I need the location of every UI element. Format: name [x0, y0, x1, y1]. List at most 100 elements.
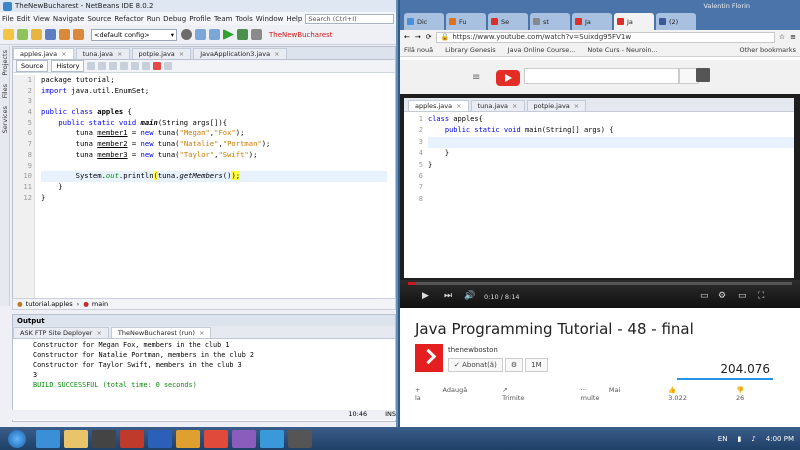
add-to-button[interactable]: + Adaugă la [415, 386, 482, 402]
new-file-icon[interactable] [3, 29, 14, 40]
output-console[interactable]: Constructor for Megan Fox, members in th… [33, 340, 385, 390]
volume-icon[interactable]: 🔊 [464, 291, 475, 301]
next-icon[interactable]: ⏭ [444, 291, 452, 301]
clean-build-icon[interactable] [209, 29, 220, 40]
history-button[interactable]: History [51, 60, 85, 72]
forward-icon[interactable] [98, 62, 107, 70]
macro-stop-icon[interactable] [153, 62, 162, 70]
bookmark-item[interactable]: Library Genesis [445, 46, 496, 54]
output-tab-run[interactable]: TheNewBucharest (run) × [110, 327, 212, 338]
menu-help[interactable]: Help [286, 15, 302, 23]
menu-refactor[interactable]: Refactor [114, 15, 143, 23]
more-button[interactable]: ··· Mai multe [581, 386, 649, 402]
menu-view[interactable]: View [33, 15, 50, 23]
explorer-icon[interactable] [64, 429, 88, 448]
bookmark-item[interactable]: Note Curs - Neuroin... [587, 46, 657, 54]
reload-icon[interactable]: ⟳ [426, 33, 432, 41]
menu-edit[interactable]: Edit [17, 15, 31, 23]
breadcrumb-method[interactable]: main [92, 300, 108, 308]
run-icon[interactable] [223, 29, 234, 40]
ide-search-input[interactable]: Search (Ctrl+I) [305, 13, 394, 24]
pdf-icon[interactable] [120, 429, 144, 448]
youtube-search-input[interactable] [524, 68, 679, 84]
channel-name[interactable]: thenewboston [448, 346, 498, 354]
youtube-logo-icon[interactable] [496, 70, 520, 86]
menu-profile[interactable]: Profile [189, 15, 211, 23]
volume-icon[interactable]: ♪ [751, 435, 755, 443]
browser-tab[interactable]: Fu [446, 13, 486, 30]
config-select[interactable]: <default config> ▾ [91, 28, 177, 41]
open-project-icon[interactable] [31, 29, 42, 40]
tab-potpie[interactable]: potpie.java × [131, 48, 192, 59]
word-icon[interactable] [148, 429, 172, 448]
close-icon[interactable]: × [117, 50, 122, 58]
output-tab-ftp[interactable]: ASK FTP Site Deployer × [13, 327, 109, 338]
browser-tab-active[interactable]: Ja [614, 13, 654, 30]
menu-run[interactable]: Run [147, 15, 160, 23]
code-area[interactable]: 1 2 3 4 5 6 7 8 9 10 11 12 package tutor… [13, 75, 387, 305]
video-progress-bar[interactable] [408, 282, 792, 285]
close-icon[interactable]: × [61, 50, 66, 58]
browser-tab[interactable]: Se [488, 13, 528, 30]
bookmark-item[interactable]: Filă nouă [404, 46, 433, 54]
shift-left-icon[interactable] [131, 62, 140, 70]
browser-tab[interactable]: Ja [572, 13, 612, 30]
menu-source[interactable]: Source [87, 15, 111, 23]
side-tab-services[interactable]: Services [1, 106, 9, 133]
tab-apples[interactable]: apples.java × [13, 48, 74, 59]
chrome-icon[interactable] [204, 429, 228, 448]
side-tab-files[interactable]: Files [1, 84, 9, 98]
netbeans-icon[interactable] [260, 429, 284, 448]
bookmark-item[interactable]: Java Online Course... [508, 46, 576, 54]
avatar[interactable] [696, 68, 710, 82]
browser-tab[interactable]: st [530, 13, 570, 30]
tab-javaapplication3[interactable]: JavaApplication3.java × [193, 48, 287, 59]
menu-navigate[interactable]: Navigate [53, 15, 84, 23]
language-indicator[interactable]: EN [718, 435, 728, 443]
forward-icon[interactable]: → [415, 33, 421, 41]
channel-logo-icon[interactable] [415, 344, 443, 372]
menu-tools[interactable]: Tools [235, 15, 252, 23]
close-icon[interactable]: × [199, 329, 204, 337]
close-icon[interactable]: × [274, 50, 279, 58]
profile-icon[interactable] [251, 29, 262, 40]
start-button[interactable] [8, 429, 26, 448]
browser-tab[interactable]: Dic [404, 13, 444, 30]
gear-icon[interactable] [181, 29, 192, 40]
menu-team[interactable]: Team [214, 15, 233, 23]
video-player[interactable]: apples.java × tuna.java × potpie.java × 1 2… [400, 94, 800, 308]
play-icon[interactable]: ▶ [422, 291, 429, 301]
dislike-button[interactable]: 👎 26 [736, 386, 785, 402]
share-button[interactable]: ↗ Trimite [502, 386, 560, 402]
source-button[interactable]: Source [16, 60, 49, 72]
breadcrumb-class[interactable]: tutorial.apples [26, 300, 73, 308]
profile-name[interactable]: Valentin Florin [703, 2, 750, 10]
back-icon[interactable]: ← [404, 33, 410, 41]
url-input[interactable]: 🔒 https://www.youtube.com/watch?v=Suixdg… [435, 31, 775, 43]
comment-icon[interactable] [164, 62, 173, 70]
browser-tab[interactable]: (2) [656, 13, 696, 30]
guide-menu-icon[interactable]: ≡ [472, 72, 480, 83]
settings-icon[interactable]: ⚙ [718, 291, 726, 301]
theater-icon[interactable]: ▭ [738, 291, 747, 301]
other-bookmarks[interactable]: Other bookmarks [739, 46, 796, 54]
close-icon[interactable]: × [179, 50, 184, 58]
subtitles-icon[interactable]: ▭ [700, 291, 709, 301]
tab-tuna[interactable]: tuna.java × [75, 48, 130, 59]
media-player-icon[interactable] [92, 429, 116, 448]
like-button[interactable]: 👍 3.022 [668, 386, 726, 402]
menu-debug[interactable]: Debug [163, 15, 186, 23]
app-icon[interactable] [288, 429, 312, 448]
menu-icon[interactable]: ≡ [790, 33, 796, 41]
star-icon[interactable]: ☆ [779, 33, 785, 41]
build-icon[interactable] [195, 29, 206, 40]
undo-icon[interactable] [59, 29, 70, 40]
shift-right-icon[interactable] [142, 62, 151, 70]
menu-file[interactable]: File [2, 15, 14, 23]
notification-settings-button[interactable]: ⚙ [504, 358, 524, 372]
toggle-bookmark-icon[interactable] [120, 62, 129, 70]
app-icon[interactable] [232, 429, 256, 448]
network-icon[interactable]: ▮ [737, 435, 741, 443]
subscribe-button[interactable]: ✓ Abonat(ă) [448, 358, 503, 372]
side-tab-projects[interactable]: Projects [1, 50, 9, 76]
